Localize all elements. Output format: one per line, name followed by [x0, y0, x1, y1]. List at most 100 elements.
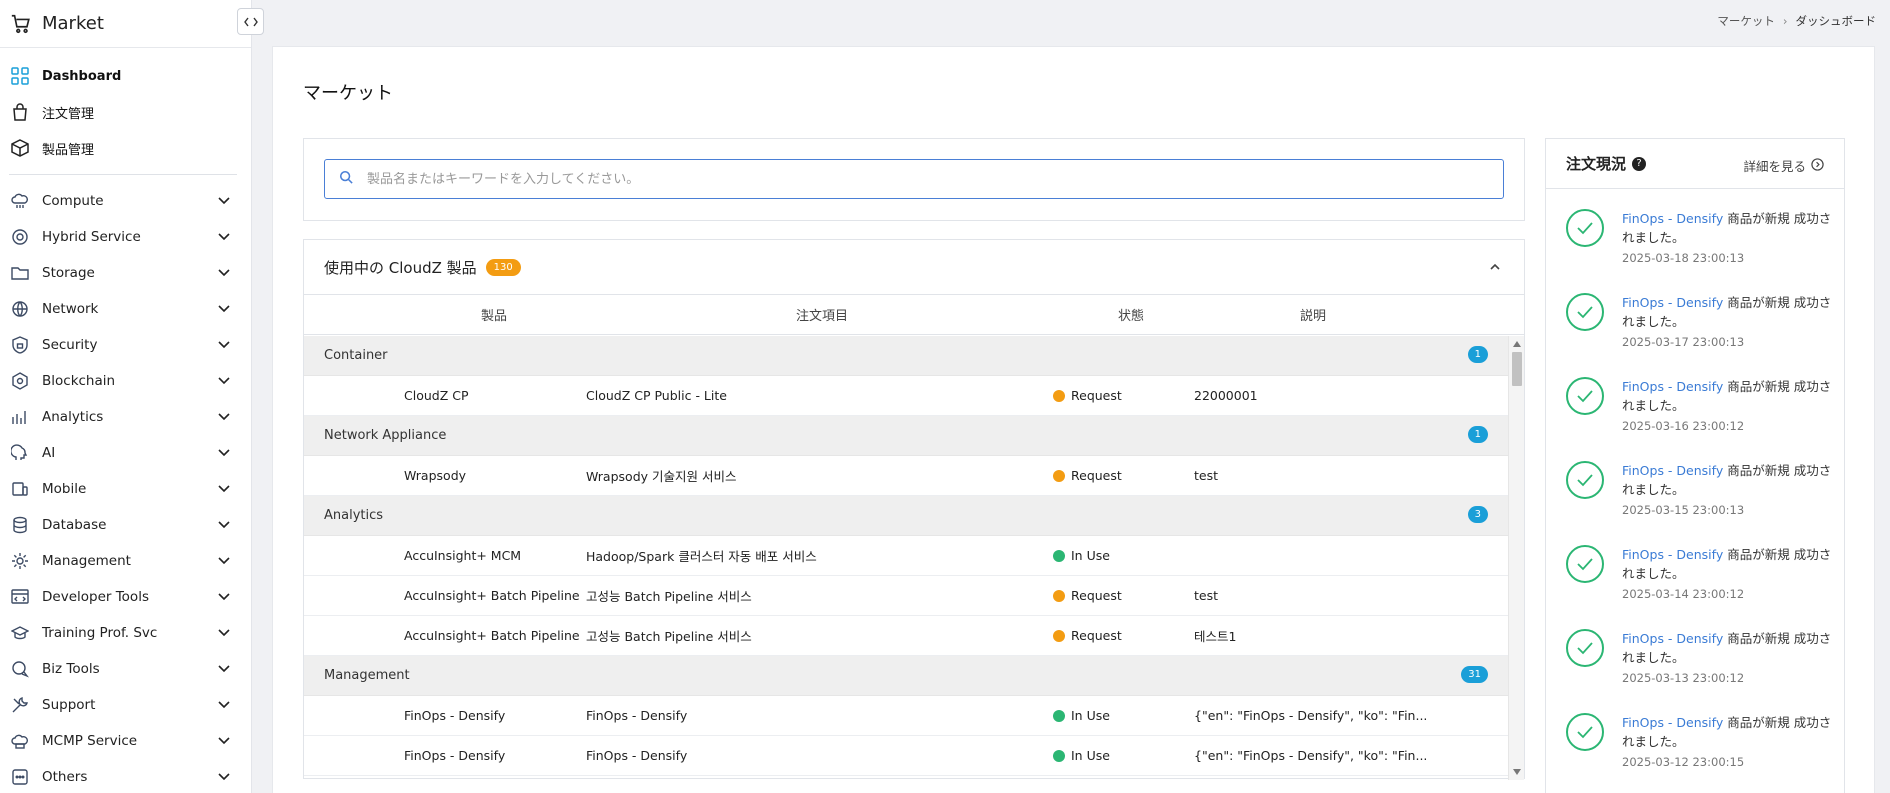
table-body: Container 1 CloudZ CP CloudZ CP Public - …: [304, 336, 1508, 780]
sidebar-collapse-button[interactable]: [237, 8, 264, 35]
chevron-down-icon[interactable]: [217, 482, 231, 496]
chevron-down-icon[interactable]: [217, 590, 231, 604]
feed-product-link[interactable]: FinOps - Densify: [1622, 379, 1723, 394]
scroll-thumb[interactable]: [1512, 352, 1522, 386]
chevron-down-icon[interactable]: [217, 230, 231, 244]
sidebar-category-16[interactable]: Others: [0, 759, 251, 793]
feed-message: FinOps - Densify 商品が新規 成功されました。: [1622, 293, 1832, 331]
order-status-title: 注文現況: [1566, 155, 1627, 173]
feed-product-link[interactable]: FinOps - Densify: [1622, 715, 1723, 730]
feed-message: FinOps - Densify 商品が新規 成功されました。: [1622, 713, 1832, 751]
sidebar-category-14[interactable]: Support: [0, 687, 251, 723]
sidebar-category-10[interactable]: Management: [0, 543, 251, 579]
sidebar-category-1[interactable]: Hybrid Service: [0, 219, 251, 255]
search-icon: [339, 170, 353, 188]
sidebar-category-5[interactable]: Blockchain: [0, 363, 251, 399]
table-row[interactable]: AccuInsight+ MCM Hadoop/Spark 클러스터 자동 배포…: [304, 536, 1508, 576]
breadcrumb: マーケット › ダッシュボード: [1717, 13, 1876, 29]
table-scrollbar[interactable]: [1508, 336, 1524, 780]
table-row[interactable]: AccuInsight+ Batch Pipeline 고성능 Batch Pi…: [304, 616, 1508, 656]
view-details-link[interactable]: 詳細を見る: [1743, 156, 1824, 175]
sidebar-category-8[interactable]: Mobile: [0, 471, 251, 507]
check-circle-icon: [1566, 377, 1604, 415]
chevron-down-icon[interactable]: [217, 734, 231, 748]
table-row[interactable]: FinOps - Densify FinOps - Densify In Use…: [304, 736, 1508, 776]
scroll-up-arrow-icon[interactable]: [1512, 339, 1522, 349]
chevron-down-icon[interactable]: [217, 770, 231, 784]
table-row[interactable]: CloudZ CP CloudZ CP Public - Lite Reques…: [304, 376, 1508, 416]
cell-status: Request: [1053, 468, 1122, 483]
sidebar-category-0[interactable]: Compute: [0, 183, 251, 219]
chevron-down-icon[interactable]: [217, 446, 231, 460]
chevron-down-icon[interactable]: [217, 698, 231, 712]
chevron-up-icon[interactable]: [1488, 260, 1502, 274]
sidebar-category-4[interactable]: Security: [0, 327, 251, 363]
sidebar-category-6[interactable]: Analytics: [0, 399, 251, 435]
scroll-down-arrow-icon[interactable]: [1512, 767, 1522, 777]
feed-timestamp: 2025-03-18 23:00:13: [1622, 251, 1745, 265]
chevron-down-icon[interactable]: [217, 338, 231, 352]
chevron-down-icon[interactable]: [217, 662, 231, 676]
status-dot-icon: [1053, 390, 1065, 402]
sidebar-item-2[interactable]: 製品管理: [0, 130, 251, 166]
products-header[interactable]: 使用中の CloudZ 製品 130: [304, 240, 1524, 295]
status-dot-icon: [1053, 750, 1065, 762]
cell-description: {"en": "FinOps - Densify", "ko": "Fin...: [1194, 748, 1428, 763]
group-row[interactable]: Analytics 3: [304, 496, 1508, 536]
feed-message: FinOps - Densify 商品が新規 成功されました。: [1622, 377, 1832, 415]
sidebar-item-label: Dashboard: [42, 68, 122, 84]
feed-product-link[interactable]: FinOps - Densify: [1622, 631, 1723, 646]
top-nav: Dashboard 注文管理 製品管理: [0, 48, 251, 166]
table-row[interactable]: Wrapsody Wrapsody 기술지원 서비스 Request test: [304, 456, 1508, 496]
feed-product-link[interactable]: FinOps - Densify: [1622, 295, 1723, 310]
status-dot-icon: [1053, 470, 1065, 482]
group-row[interactable]: Network Appliance 1: [304, 416, 1508, 456]
table-row[interactable]: AccuInsight+ Batch Pipeline 고성능 Batch Pi…: [304, 576, 1508, 616]
breadcrumb-market[interactable]: マーケット: [1717, 13, 1775, 29]
sidebar-category-15[interactable]: MCMP Service: [0, 723, 251, 759]
sidebar-category-label: Training Prof. Svc: [42, 625, 158, 641]
sidebar-category-7[interactable]: AI: [0, 435, 251, 471]
chevron-down-icon[interactable]: [217, 518, 231, 532]
breadcrumb-dashboard: ダッシュボード: [1795, 14, 1877, 28]
chevron-down-icon[interactable]: [217, 554, 231, 568]
group-name: Network Appliance: [324, 428, 447, 443]
group-count-badge: 31: [1461, 666, 1488, 683]
cell-description: 22000001: [1194, 388, 1258, 403]
feed-product-link[interactable]: FinOps - Densify: [1622, 463, 1723, 478]
cell-product: AccuInsight+ Batch Pipeline: [404, 628, 580, 643]
order-status-panel: 注文現況 ? 詳細を見る FinOps - Densify 商品が新規 成功され…: [1545, 138, 1845, 793]
feed-product-link[interactable]: FinOps - Densify: [1622, 547, 1723, 562]
group-row[interactable]: Management 31: [304, 656, 1508, 696]
sidebar-category-11[interactable]: Developer Tools: [0, 579, 251, 615]
app-title: Market: [42, 13, 104, 34]
feed-product-link[interactable]: FinOps - Densify: [1622, 211, 1723, 226]
table-row[interactable]: FinOps - Densify FinOps - Densify In Use…: [304, 696, 1508, 736]
search-field[interactable]: [324, 159, 1504, 199]
nav-divider: [9, 174, 237, 175]
help-icon[interactable]: ?: [1632, 156, 1647, 171]
group-row[interactable]: Container 1: [304, 336, 1508, 376]
cell-product: FinOps - Densify: [404, 748, 506, 763]
sidebar-category-9[interactable]: Database: [0, 507, 251, 543]
chevron-down-icon[interactable]: [217, 626, 231, 640]
ai-head-icon: [9, 442, 31, 464]
chevron-down-icon[interactable]: [217, 410, 231, 424]
sidebar-item-0[interactable]: Dashboard: [0, 58, 251, 94]
others-icon: [9, 766, 31, 788]
chevron-down-icon[interactable]: [217, 302, 231, 316]
chevron-down-icon[interactable]: [217, 194, 231, 208]
page-title: マーケット: [303, 83, 393, 104]
sidebar-category-2[interactable]: Storage: [0, 255, 251, 291]
products-panel: 使用中の CloudZ 製品 130 製品 注文項目 状態 説明 Contain…: [303, 239, 1525, 780]
sidebar-category-13[interactable]: Biz Tools: [0, 651, 251, 687]
cell-description: 테스트1: [1194, 629, 1237, 644]
cloud-compute-icon: [9, 190, 31, 212]
sidebar-category-3[interactable]: Network: [0, 291, 251, 327]
status-label: In Use: [1071, 708, 1110, 723]
chevron-down-icon[interactable]: [217, 374, 231, 388]
sidebar-item-1[interactable]: 注文管理: [0, 94, 251, 130]
sidebar-category-12[interactable]: Training Prof. Svc: [0, 615, 251, 651]
search-input[interactable]: [353, 171, 1503, 187]
chevron-down-icon[interactable]: [217, 266, 231, 280]
